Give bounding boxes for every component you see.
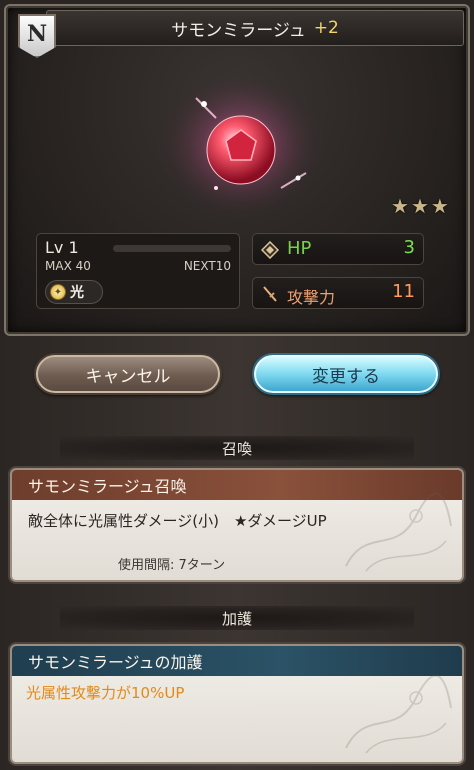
change-button[interactable]: 変更する [254,355,438,393]
attack-value: 11 [392,281,415,302]
attack-label: 攻撃力 [287,288,336,307]
rarity-badge: N [18,14,56,58]
flourish-decoration [345,492,452,572]
summon-name: サモンミラージュ [171,20,306,41]
attack-stat: 攻撃力 11 [252,277,424,309]
summon-skill-card: サモンミラージュ召喚 敵全体に光属性ダメージ(小) ★ダメージUP 使用間隔: … [10,468,464,582]
aura-section-header: 加護 [60,606,414,630]
aura-skill-card: サモンミラージュの加護 光属性攻撃力が10%UP [10,644,464,764]
next-exp-label: NEXT10 [183,259,231,273]
rarity-stars: ★ ★ ★ [391,194,449,218]
hp-value: 3 [403,237,415,258]
summon-cooldown: 使用間隔: 7ターン [118,558,226,573]
level-label: Lv 1 [45,238,79,257]
star-icon: ★ [430,194,449,218]
summon-info-area: キャンセル 変更する 召喚 サモンミラージュ召喚 敵全体に光属性ダメージ(小) … [0,336,474,770]
cancel-button[interactable]: キャンセル [36,355,220,393]
element-badge: ✦ 光 [45,280,103,304]
flourish-decoration [345,674,452,754]
summon-detail-panel: サモンミラージュ +2 N ★ ★ ★ Lv 1 MAX 40 NEXT10 ✦… [4,4,470,336]
element-label: 光 [70,285,84,301]
light-element-icon: ✦ [50,284,66,300]
max-level-label: MAX 40 [45,259,91,273]
hp-stat: HP 3 [252,233,424,265]
exp-bar [113,245,231,252]
summon-section-header: 召喚 [60,436,414,460]
star-icon: ★ [391,194,409,218]
star-icon: ★ [410,194,429,218]
summon-title-bar: サモンミラージュ +2 [46,10,464,46]
summon-orb-image [157,79,325,227]
hp-label: HP [287,238,312,259]
plus-value: +2 [313,18,339,38]
sword-icon [263,286,277,302]
level-box: Lv 1 MAX 40 NEXT10 ✦ 光 [36,233,240,309]
diamond-icon [261,241,279,259]
